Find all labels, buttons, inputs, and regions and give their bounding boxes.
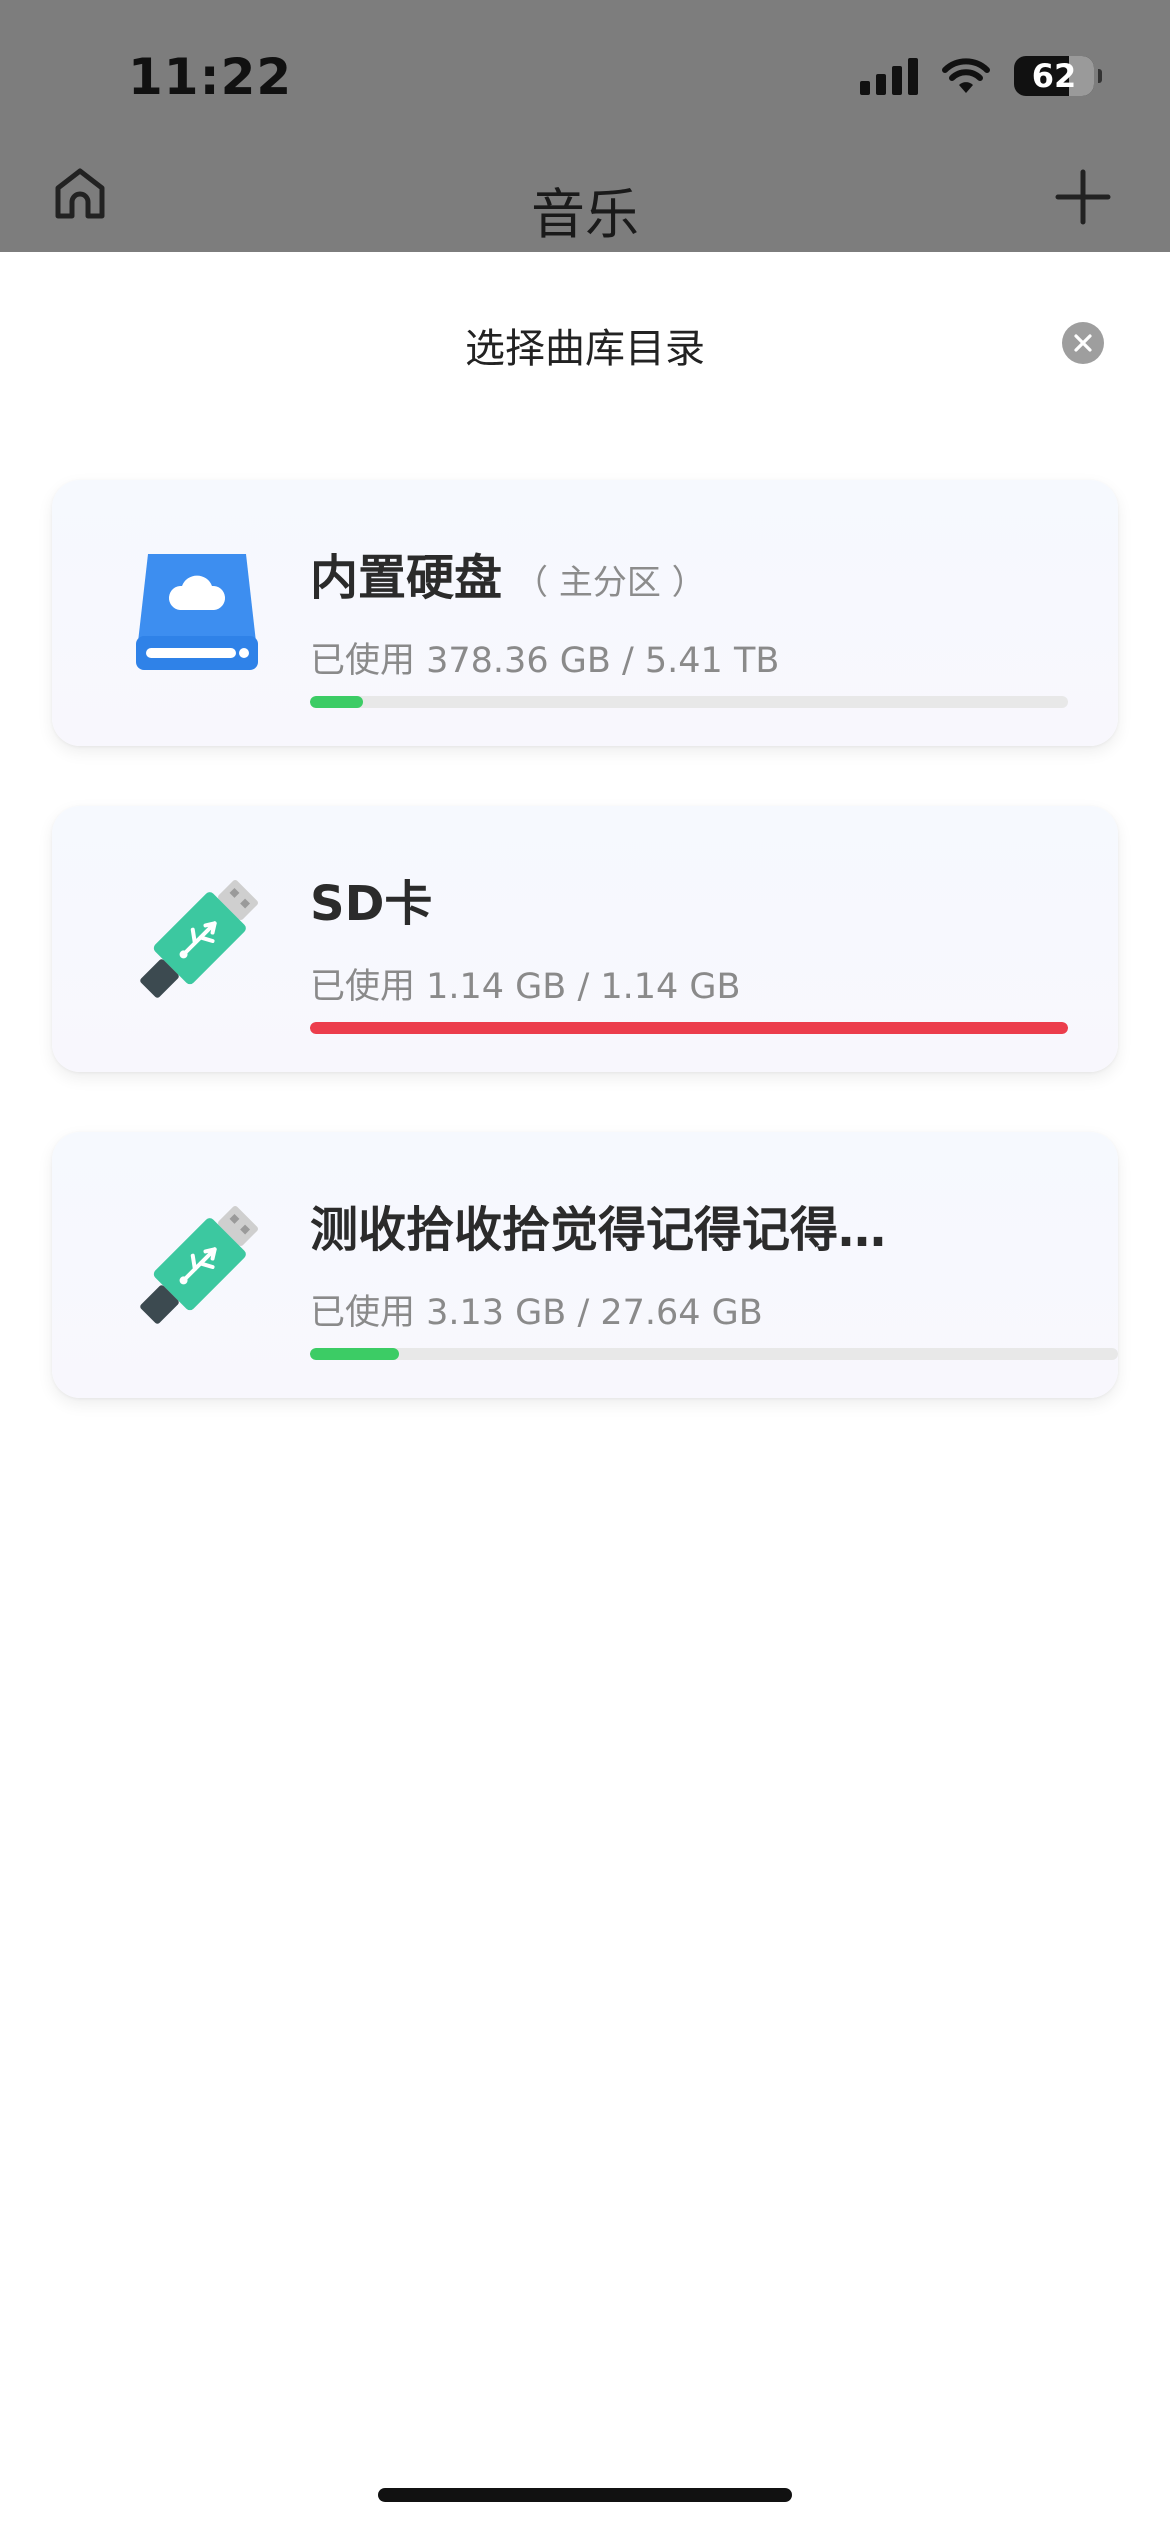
drive-card-sd[interactable]: SD卡 已使用 1.14 GB / 1.14 GB [52,806,1118,1072]
usb-drive-icon [140,1206,258,1324]
drive-subtitle: （ 主分区 ） [514,563,706,603]
app-header: 音乐 [0,150,1170,250]
drive-usage: 已使用 3.13 GB / 27.64 GB [310,1293,763,1333]
usage-progress-fill [310,1348,399,1360]
status-time: 11:22 [128,48,293,106]
drive-card-usb[interactable]: 测收拾收拾觉得记得记得… 已使用 3.13 GB / 27.64 GB [52,1132,1118,1398]
usage-progress-bar [310,1022,1068,1034]
home-indicator [378,2488,792,2502]
dimmed-app-background: 11:22 62 音乐 [0,0,1170,252]
close-button[interactable] [1062,322,1104,364]
usb-drive-icon [140,880,258,998]
app-title: 音乐 [531,183,639,246]
screen: 11:22 62 音乐 选择曲库目录 内置硬盘 （ 主分区 ） 已使用 378.… [0,0,1170,2532]
drive-card-internal[interactable]: 内置硬盘（ 主分区 ） 已使用 378.36 GB / 5.41 TB [52,480,1118,746]
battery-level: 62 [1031,57,1077,95]
drive-usage: 已使用 1.14 GB / 1.14 GB [310,967,741,1007]
cellular-signal-icon [860,57,918,95]
close-icon [1074,334,1092,352]
drive-name: 测收拾收拾觉得记得记得… [310,1202,887,1258]
hard-drive-cloud-icon [136,554,258,670]
status-icons: 62 [860,54,1102,98]
battery-icon: 62 [1014,56,1102,96]
usage-progress-bar [310,1348,1118,1360]
usage-progress-fill [310,696,364,708]
usage-progress-bar [310,696,1068,708]
sheet-title: 选择曲库目录 [465,326,705,372]
drive-usage: 已使用 378.36 GB / 5.41 TB [310,641,780,681]
wifi-icon [942,58,990,93]
usage-progress-fill [310,1022,1068,1034]
add-icon[interactable] [1054,168,1112,226]
drive-name: SD卡 [310,876,433,932]
drive-name: 内置硬盘（ 主分区 ） [310,550,706,606]
library-directory-sheet: 选择曲库目录 内置硬盘（ 主分区 ） 已使用 378.36 GB / 5.41 … [0,252,1170,2532]
